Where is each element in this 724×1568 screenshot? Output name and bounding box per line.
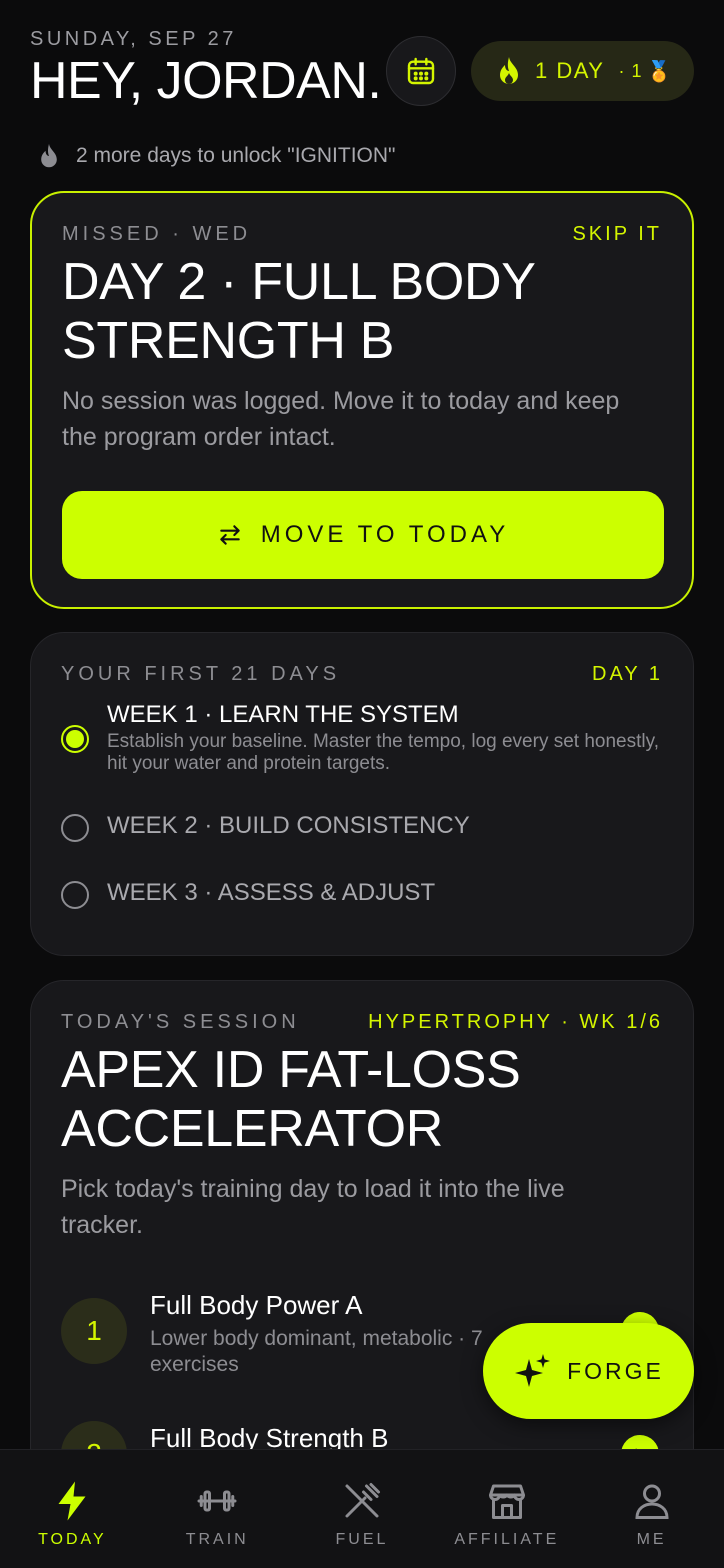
tab-affiliate[interactable]: AFFILIATE (442, 1450, 572, 1568)
calendar-icon (407, 57, 435, 85)
medal-icon: 🏅 (646, 60, 673, 83)
forge-label: FORGE (567, 1357, 664, 1384)
utensils-icon (345, 1483, 380, 1518)
dumbbell-icon (197, 1490, 237, 1512)
week-3-title: WEEK 3 · ASSESS & ADJUST (107, 879, 436, 906)
session-eyebrow: TODAY'S SESSION (61, 1011, 300, 1033)
move-to-today-label: MOVE TO TODAY (260, 521, 510, 548)
streak-medal-count: · 1 (618, 60, 643, 81)
week-1-radio[interactable] (61, 725, 89, 753)
tab-train[interactable]: TRAIN (152, 1450, 282, 1568)
session-phase: HYPERTROPHY · WK 1/6 (368, 1011, 663, 1033)
calendar-button[interactable] (386, 36, 456, 106)
week-1-description: Establish your baseline. Master the temp… (107, 731, 659, 774)
day-1-name: Full Body Power A (150, 1290, 363, 1320)
tab-affiliate-label: AFFILIATE (454, 1532, 560, 1544)
unlock-hint: 2 more days to unlock "IGNITION" (38, 138, 396, 174)
bottom-tab-bar: TODAY TRAIN FUEL AFFILIATE ME (0, 1449, 724, 1568)
move-to-today-button[interactable]: MOVE TO TODAY (62, 491, 664, 579)
greeting-title: HEY, JORDAN. (30, 52, 382, 110)
streak-badge[interactable]: 1 DAY · 1 🏅 (471, 41, 694, 101)
flame-outline-icon (38, 143, 60, 169)
unlock-text: 2 more days to unlock "IGNITION" (76, 144, 396, 167)
missed-eyebrow: MISSED · WED (62, 223, 252, 245)
missed-description: No session was logged. Move it to today … (62, 387, 620, 451)
week-item-1[interactable]: WEEK 1 · LEARN THE SYSTEM Establish your… (61, 701, 663, 775)
sparkles-icon (513, 1351, 553, 1391)
day-1-meta: Lower body dominant, metabolic · 7 exerc… (150, 1327, 483, 1376)
plan-eyebrow: YOUR FIRST 21 DAYS (61, 663, 341, 685)
user-icon (635, 1484, 669, 1519)
streak-days: 1 DAY (535, 58, 605, 83)
tab-fuel-label: FUEL (335, 1532, 389, 1544)
week-2-title: WEEK 2 · BUILD CONSISTENCY (107, 812, 470, 839)
swap-arrows-icon (217, 522, 243, 548)
first-21-days-card: YOUR FIRST 21 DAYS DAY 1 WEEK 1 · LEARN … (30, 632, 694, 956)
tab-fuel[interactable]: FUEL (297, 1450, 427, 1568)
lightning-icon (58, 1481, 86, 1521)
tab-today[interactable]: TODAY (7, 1450, 137, 1568)
week-item-2[interactable]: WEEK 2 · BUILD CONSISTENCY (61, 812, 663, 842)
week-2-radio[interactable] (61, 814, 89, 842)
week-3-radio[interactable] (61, 881, 89, 909)
tab-today-label: TODAY (38, 1532, 107, 1544)
week-item-3[interactable]: WEEK 3 · ASSESS & ADJUST (61, 879, 663, 909)
session-title: APEX ID FAT-LOSS ACCELERATOR (61, 1041, 521, 1158)
tab-me-label: ME (636, 1532, 667, 1544)
flame-icon (497, 56, 521, 86)
tab-train-label: TRAIN (185, 1532, 249, 1544)
forge-button[interactable]: FORGE (483, 1323, 694, 1419)
skip-button[interactable]: SKIP IT (572, 223, 662, 246)
week-1-title: WEEK 1 · LEARN THE SYSTEM (107, 701, 459, 728)
missed-title: DAY 2 · FULL BODY STRENGTH B (62, 253, 535, 370)
plan-day-label: DAY 1 (592, 663, 663, 685)
session-description: Pick today's training day to load it int… (61, 1175, 565, 1239)
store-icon (488, 1484, 525, 1519)
date-label: SUNDAY, SEP 27 (30, 28, 237, 50)
missed-session-card: MISSED · WED SKIP IT DAY 2 · FULL BODY S… (30, 191, 694, 609)
day-1-number: 1 (61, 1298, 127, 1364)
tab-me[interactable]: ME (587, 1450, 717, 1568)
